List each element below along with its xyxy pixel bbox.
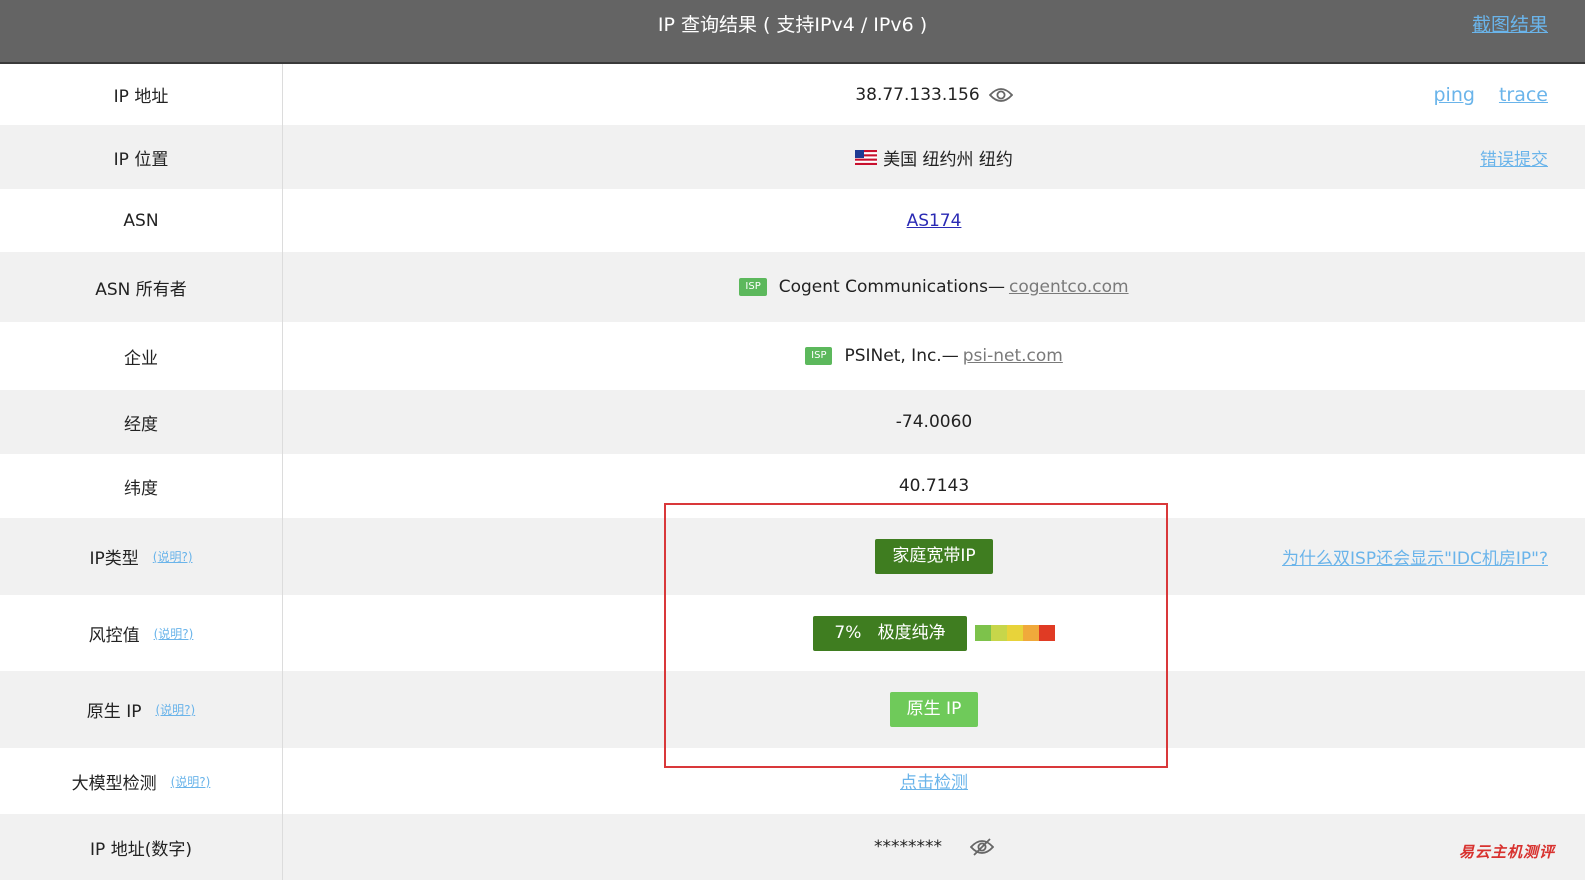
llm-detect-label-text: 大模型检测	[71, 773, 157, 794]
native-ip-label-text: 原生 IP	[86, 702, 142, 722]
risk-scale-segment	[991, 625, 1007, 641]
row-asn-owner: ASN 所有者 ISP Cogent Communications— cogen…	[0, 252, 1585, 322]
asn-link[interactable]: AS174	[907, 211, 962, 231]
label-llm-detect: 大模型检测 (说明?)	[0, 748, 283, 814]
eye-icon[interactable]	[988, 87, 1013, 103]
us-flag-icon	[855, 149, 878, 165]
value-ip-location: 美国 纽约州 纽约	[283, 125, 1585, 189]
label-asn: ASN	[0, 189, 283, 252]
screenshot-link[interactable]: 截图结果	[1472, 0, 1548, 50]
risk-percent: 7%	[834, 622, 862, 643]
asn-owner-site-link[interactable]: cogentco.com	[1009, 277, 1129, 297]
row-ip-address: IP 地址 38.77.133.156 ping trace	[0, 64, 1585, 125]
row-risk: 风控值 (说明?) 7% 极度纯净	[0, 595, 1585, 671]
row-native-ip: 原生 IP (说明?) 原生 IP	[0, 671, 1585, 748]
native-ip-help-link[interactable]: (说明?)	[155, 701, 195, 718]
ip-type-tools: 为什么双ISP还会显示"IDC机房IP"?	[1282, 518, 1548, 595]
location-text: 美国 纽约州 纽约	[883, 149, 1013, 170]
label-company: 企业	[0, 322, 283, 390]
risk-scale-segment	[1023, 625, 1039, 641]
row-asn: ASN AS174	[0, 189, 1585, 252]
value-llm-detect: 点击检测	[283, 748, 1585, 814]
risk-level: 极度纯净	[877, 622, 946, 643]
row-llm-detect: 大模型检测 (说明?) 点击检测	[0, 748, 1585, 814]
ip-address-text: 38.77.133.156	[855, 84, 980, 105]
label-longitude: 经度	[0, 390, 283, 454]
label-ip-type: IP类型 (说明?)	[0, 518, 283, 595]
native-ip-tag: 原生 IP	[889, 692, 979, 727]
company-site-link[interactable]: psi-net.com	[963, 346, 1063, 366]
ip-numeric-masked: ********	[874, 837, 942, 857]
ping-link[interactable]: ping	[1434, 84, 1475, 106]
row-ip-numeric: IP 地址(数字) ********	[0, 814, 1585, 880]
result-header: IP 查询结果 ( 支持IPv4 / IPv6 ) 截图结果	[0, 0, 1585, 64]
risk-indicator: 7% 极度纯净	[813, 615, 1055, 651]
value-ip-address: 38.77.133.156	[283, 64, 1585, 125]
watermark: 易云主机测评	[1458, 843, 1555, 861]
label-ip-location: IP 位置	[0, 125, 283, 189]
click-detect-link[interactable]: 点击检测	[900, 768, 968, 793]
value-risk: 7% 极度纯净	[283, 595, 1585, 671]
report-error-link[interactable]: 错误提交	[1480, 145, 1548, 170]
ip-type-label-text: IP类型	[89, 549, 139, 569]
risk-label-text: 风控值	[88, 625, 140, 646]
row-company: 企业 ISP PSINet, Inc.— psi-net.com	[0, 322, 1585, 390]
label-latitude: 纬度	[0, 454, 283, 518]
value-asn: AS174	[283, 189, 1585, 252]
row-ip-location: IP 位置 美国 纽约州 纽约 错误提交	[0, 125, 1585, 189]
location-tools: 错误提交	[1480, 125, 1548, 189]
trace-link[interactable]: trace	[1499, 84, 1548, 106]
risk-color-scale	[975, 625, 1055, 641]
value-latitude: 40.7143	[898, 476, 970, 496]
isp-badge: ISP	[805, 347, 833, 365]
risk-scale-segment	[975, 625, 991, 641]
label-asn-owner: ASN 所有者	[0, 252, 283, 322]
value-ip-numeric: ********	[283, 814, 1585, 880]
value-native-ip: 原生 IP	[283, 671, 1585, 748]
risk-help-link[interactable]: (说明?)	[154, 625, 194, 642]
label-native-ip: 原生 IP (说明?)	[0, 671, 283, 748]
why-idc-link[interactable]: 为什么双ISP还会显示"IDC机房IP"?	[1282, 544, 1548, 569]
label-risk: 风控值 (说明?)	[0, 595, 283, 671]
label-ip-numeric: IP 地址(数字)	[0, 814, 283, 880]
value-company: ISP PSINet, Inc.— psi-net.com	[283, 322, 1585, 390]
isp-badge: ISP	[739, 278, 767, 296]
row-longitude: 经度 -74.0060	[0, 390, 1585, 454]
risk-scale-segment	[1007, 625, 1023, 641]
company-name: PSINet, Inc.—	[844, 346, 959, 366]
llm-detect-help-link[interactable]: (说明?)	[171, 773, 211, 790]
eye-off-icon[interactable]	[970, 837, 994, 857]
ip-type-help-link[interactable]: (说明?)	[153, 548, 193, 565]
value-longitude: -74.0060	[895, 412, 973, 432]
ip-type-tag: 家庭宽带IP	[875, 539, 993, 574]
value-asn-owner: ISP Cogent Communications— cogentco.com	[283, 252, 1585, 322]
risk-scale-segment	[1039, 625, 1055, 641]
page-title: IP 查询结果 ( 支持IPv4 / IPv6 )	[657, 14, 928, 36]
label-ip-address: IP 地址	[0, 64, 283, 125]
ip-tools: ping trace	[1434, 64, 1549, 125]
row-ip-type: IP类型 (说明?) 家庭宽带IP 为什么双ISP还会显示"IDC机房IP"?	[0, 518, 1585, 595]
row-latitude: 纬度 40.7143	[0, 454, 1585, 518]
risk-score-tag: 7% 极度纯净	[813, 615, 967, 651]
asn-owner-name: Cogent Communications—	[778, 277, 1005, 297]
